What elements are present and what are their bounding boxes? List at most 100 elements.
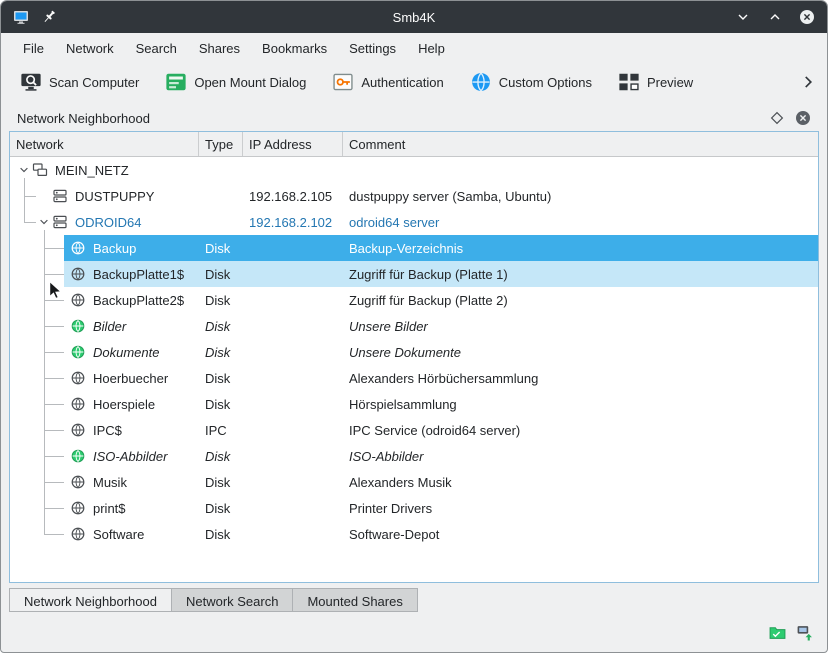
type-cell: IPC (199, 423, 243, 438)
item-name: Bilder (93, 319, 126, 334)
maximize-chevron-up-icon[interactable] (767, 9, 783, 25)
tree-row-backupplatte2[interactable]: BackupPlatte2$DiskZugriff für Backup (Pl… (10, 287, 818, 313)
item-name: BackupPlatte1$ (93, 267, 184, 282)
tree-row-backupplatte1[interactable]: BackupPlatte1$DiskZugriff für Backup (Pl… (10, 261, 818, 287)
comment-cell: Unsere Dokumente (343, 345, 818, 360)
pin-icon[interactable] (41, 9, 57, 25)
network-cell: Dokumente (10, 344, 199, 360)
item-name: Hoerbuecher (93, 371, 168, 386)
menubar: FileNetworkSearchSharesBookmarksSettings… (1, 33, 827, 63)
menu-item-search[interactable]: Search (126, 37, 187, 60)
tree-row-dustpuppy[interactable]: DUSTPUPPY 192.168.2.105dustpuppy server (… (10, 183, 818, 209)
comment-cell: Backup-Verzeichnis (343, 241, 818, 256)
network-cell: ODROID64 (10, 214, 199, 230)
workgroup-icon (32, 162, 48, 178)
network-cell: ISO-Abbilder (10, 448, 199, 464)
expander-chevron-down-icon[interactable] (16, 162, 32, 178)
network-cell: BackupPlatte2$ (10, 292, 199, 308)
type-cell: Disk (199, 371, 243, 386)
ip-address-cell: 192.168.2.105 (243, 189, 343, 204)
item-name: print$ (93, 501, 126, 516)
expander-chevron-down-icon[interactable] (36, 214, 52, 230)
share-mounted-icon (70, 448, 86, 464)
tree-row-ipc[interactable]: IPC$IPCIPC Service (odroid64 server) (10, 417, 818, 443)
tree-row-iso-abbilder[interactable]: ISO-AbbilderDiskISO-Abbilder (10, 443, 818, 469)
menu-item-file[interactable]: File (13, 37, 54, 60)
dock-buttons (769, 110, 811, 126)
tree-body: MEIN_NETZ DUSTPUPPY 192.168.2.105dustpuppy… (10, 157, 818, 582)
comment-cell: Alexanders Hörbüchersammlung (343, 371, 818, 386)
network-cell: IPC$ (10, 422, 199, 438)
item-name: MEIN_NETZ (55, 163, 129, 178)
custom-options-button[interactable]: Custom Options (461, 66, 601, 98)
tab-mounted-shares[interactable]: Mounted Shares (293, 588, 417, 612)
tree-row-bilder[interactable]: BilderDiskUnsere Bilder (10, 313, 818, 339)
network-cell: DUSTPUPPY (10, 188, 199, 204)
preview-button[interactable]: Preview (609, 66, 702, 98)
toolbar-button-label: Open Mount Dialog (194, 75, 306, 90)
authentication-button[interactable]: Authentication (323, 66, 452, 98)
dock-title: Network Neighborhood (17, 111, 150, 126)
tree-indent (10, 508, 70, 509)
tree-row-hoerbuecher[interactable]: Hoerbuecher Disk Alexanders Hörbüchersamml… (10, 365, 818, 391)
type-cell: Disk (199, 527, 243, 542)
tree-row-backup[interactable]: BackupDisk Backup-Verzeichnis (10, 235, 818, 261)
network-cell: BackupPlatte1$ (10, 266, 199, 282)
preview-icon (618, 71, 640, 93)
column-header-comment[interactable]: Comment (343, 132, 818, 156)
menu-item-settings[interactable]: Settings (339, 37, 406, 60)
float-diamond-icon[interactable] (769, 110, 785, 126)
toolbar-overflow-chevron-right-icon[interactable] (799, 73, 817, 91)
dock-close-icon[interactable] (795, 110, 811, 126)
menu-item-help[interactable]: Help (408, 37, 455, 60)
toolbar: Scan Computer Open Mount Dialog Authentica… (1, 63, 827, 101)
column-header-network[interactable]: Network (10, 132, 199, 156)
tree-indent (10, 196, 36, 197)
tree-row-odroid64[interactable]: ODROID64192.168.2.102odroid64 server (10, 209, 818, 235)
type-cell: Disk (199, 241, 243, 256)
host-icon (52, 188, 68, 204)
menu-item-shares[interactable]: Shares (189, 37, 250, 60)
item-name: ISO-Abbilder (93, 449, 167, 464)
tree-indent (10, 482, 70, 483)
tree-indent (10, 222, 36, 223)
share-icon (70, 396, 86, 412)
tab-network-neighborhood[interactable]: Network Neighborhood (9, 588, 172, 612)
column-header-type[interactable]: Type (199, 132, 243, 156)
menu-item-network[interactable]: Network (56, 37, 124, 60)
scan-computer-icon (20, 71, 42, 93)
share-icon (70, 422, 86, 438)
tab-network-search[interactable]: Network Search (172, 588, 293, 612)
column-header-ip-address[interactable]: IP Address (243, 132, 343, 156)
tree-row-dokumente[interactable]: DokumenteDiskUnsere Dokumente (10, 339, 818, 365)
minimize-chevron-down-icon[interactable] (735, 9, 751, 25)
tree-row-hoerspiele[interactable]: HoerspieleDiskHörspielsammlung (10, 391, 818, 417)
app-icon (13, 9, 29, 25)
tree-indent (10, 326, 70, 327)
type-cell: Disk (199, 449, 243, 464)
tree-row-software[interactable]: SoftwareDiskSoftware-Depot (10, 521, 818, 547)
open-mount-dialog-icon (165, 71, 187, 93)
ip-address-cell: 192.168.2.102 (243, 215, 343, 230)
share-icon (70, 292, 86, 308)
tree-row-print[interactable]: print$DiskPrinter Drivers (10, 495, 818, 521)
scan-computer-button[interactable]: Scan Computer (11, 66, 148, 98)
type-cell: Disk (199, 293, 243, 308)
item-name: Software (93, 527, 144, 542)
open-mount-dialog-button[interactable]: Open Mount Dialog (156, 66, 315, 98)
network-cell: Hoerbuecher (10, 370, 199, 386)
close-icon[interactable] (799, 9, 815, 25)
network-cell: Backup (10, 240, 199, 256)
menu-item-bookmarks[interactable]: Bookmarks (252, 37, 337, 60)
host-icon (52, 214, 68, 230)
titlebar-left-icons (13, 9, 57, 25)
tree-row-musik[interactable]: MusikDiskAlexanders Musik (10, 469, 818, 495)
network-cell: Software (10, 526, 199, 542)
tree-indent (10, 352, 70, 353)
comment-cell: dustpuppy server (Samba, Ubuntu) (343, 189, 818, 204)
type-cell: Disk (199, 501, 243, 516)
share-icon (70, 500, 86, 516)
tree-row-mein-netz[interactable]: MEIN_NETZ (10, 157, 818, 183)
tree-indent (10, 300, 70, 301)
window-controls (735, 9, 815, 25)
